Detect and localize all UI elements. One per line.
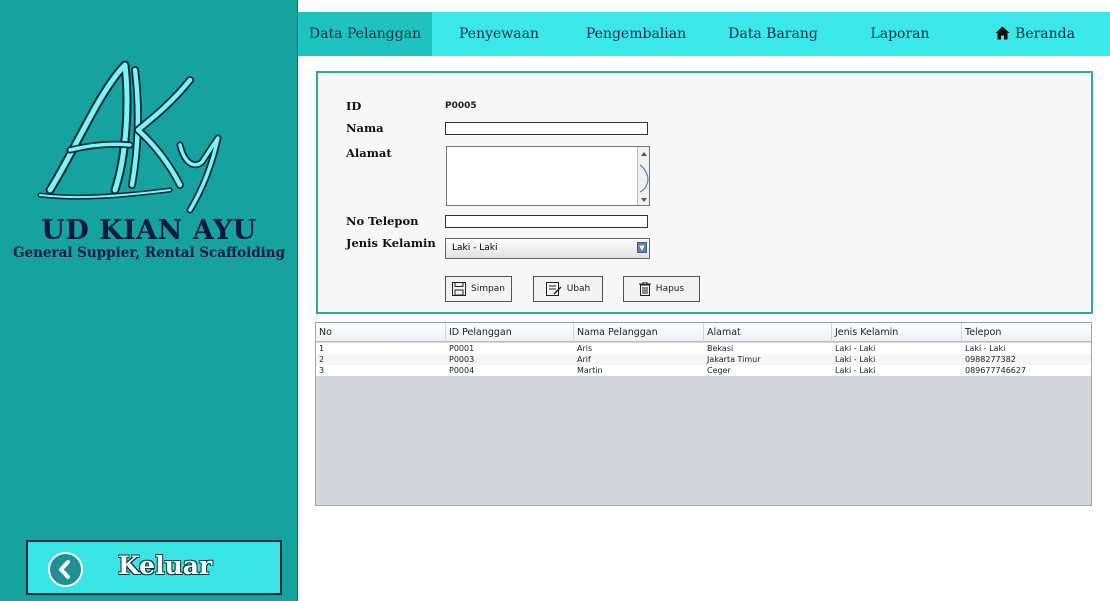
jenis-kelamin-value: Laki - Laki (452, 243, 498, 253)
cell-id: P0003 (449, 355, 475, 364)
hapus-button[interactable]: Hapus (623, 276, 700, 302)
column-header-id[interactable]: ID Pelanggan (446, 323, 574, 342)
tab-data-barang[interactable]: Data Barang (706, 12, 840, 56)
column-header-no[interactable]: No (316, 323, 446, 342)
cell-id: P0001 (449, 344, 475, 353)
alamat-value (447, 147, 649, 151)
nama-field[interactable] (445, 122, 648, 135)
cell-id: P0004 (449, 366, 475, 375)
cell-jenis-kelamin: Laki - Laki (835, 355, 876, 364)
home-icon (995, 26, 1010, 40)
table-row[interactable]: 1 P0001 Aris Bekasi Laki - Laki Laki - L… (316, 343, 1091, 354)
hapus-label: Hapus (655, 284, 685, 294)
cell-alamat: Jakarta Timur (707, 355, 761, 364)
column-header-alamat[interactable]: Alamat (704, 323, 832, 342)
edit-icon (545, 282, 562, 296)
keluar-label: Keluar (118, 551, 213, 580)
cell-telepon: 0988277382 (965, 355, 1016, 364)
tab-data-pelanggan[interactable]: Data Pelanggan (298, 12, 432, 56)
table-header: No ID Pelanggan Nama Pelanggan Alamat Je… (316, 323, 1091, 342)
cell-no: 3 (319, 366, 325, 375)
cell-no: 1 (319, 344, 325, 353)
alamat-label: Alamat (346, 146, 392, 160)
column-header-jenis-kelamin[interactable]: Jenis Kelamin (832, 323, 962, 342)
cell-alamat: Bekasi (707, 344, 734, 353)
tab-beranda[interactable]: Beranda (960, 12, 1110, 56)
cell-nama: Martin (577, 366, 603, 375)
cell-nama: Arif (577, 355, 591, 364)
id-label: ID (346, 99, 362, 113)
column-header-nama[interactable]: Nama Pelanggan (574, 323, 704, 342)
aky-logo-icon (37, 60, 222, 214)
alamat-scrollbar[interactable] (637, 147, 649, 205)
tab-laporan[interactable]: Laporan (840, 12, 960, 56)
cell-alamat: Ceger (707, 366, 731, 375)
tab-pengembalian[interactable]: Pengembalian (566, 12, 706, 56)
company-tagline: General Suppier, Rental Scaffolding (12, 245, 286, 261)
simpan-label: Simpan (471, 284, 505, 294)
cell-nama: Aris (577, 344, 593, 353)
table-row[interactable]: 2 P0003 Arif Jakarta Timur Laki - Laki 0… (316, 354, 1091, 365)
tab-beranda-label: Beranda (1015, 26, 1075, 42)
cell-telepon: Laki - Laki (965, 344, 1006, 353)
keluar-button[interactable]: Keluar (26, 540, 282, 595)
cell-jenis-kelamin: Laki - Laki (835, 366, 876, 375)
customer-table[interactable]: No ID Pelanggan Nama Pelanggan Alamat Je… (315, 322, 1092, 506)
ubah-label: Ubah (566, 284, 591, 294)
nama-label: Nama (346, 121, 384, 135)
cell-telepon: 089677746627 (965, 366, 1027, 375)
cell-jenis-kelamin: Laki - Laki (835, 344, 876, 353)
column-header-telepon[interactable]: Telepon (962, 323, 1091, 342)
telepon-label: No Telepon (346, 214, 419, 228)
chevron-down-icon: ▼ (637, 242, 647, 253)
ubah-button[interactable]: Ubah (533, 276, 603, 302)
telepon-field[interactable] (445, 215, 648, 228)
jenis-kelamin-label: Jenis Kelamin (346, 236, 436, 250)
customer-form: ID P0005 Nama Alamat No Telepon Jenis Ke… (316, 71, 1093, 314)
sidebar: UD KIAN AYU General Suppier, Rental Scaf… (0, 0, 298, 601)
top-nav: Data Pelanggan Penyewaan Pengembalian Da… (298, 12, 1110, 56)
simpan-button[interactable]: Simpan (445, 276, 512, 302)
tab-penyewaan[interactable]: Penyewaan (432, 12, 566, 56)
company-name: UD KIAN AYU (41, 215, 257, 246)
cell-no: 2 (319, 355, 325, 364)
save-icon (452, 282, 467, 296)
alamat-field[interactable] (446, 146, 650, 206)
back-arrow-icon (48, 552, 83, 587)
jenis-kelamin-select[interactable]: Laki - Laki ▼ (445, 238, 650, 259)
id-value: P0005 (445, 101, 477, 111)
trash-icon (638, 282, 651, 296)
table-row[interactable]: 3 P0004 Martin Ceger Laki - Laki 0896777… (316, 365, 1091, 376)
